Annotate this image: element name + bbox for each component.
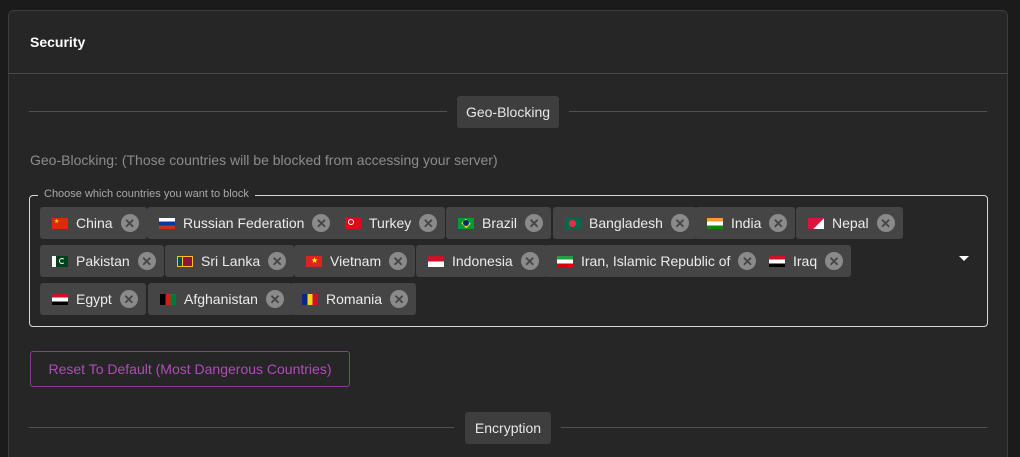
country-chip[interactable]: Afghanistan ✕ [148, 283, 292, 315]
caret-down-icon[interactable] [959, 256, 969, 261]
br-flag-icon [458, 217, 474, 229]
country-chip-label: Afghanistan [184, 291, 258, 307]
country-chip-label: Vietnam [330, 253, 382, 269]
cancel-circle-icon[interactable]: ✕ [525, 214, 544, 232]
country-chip-label: Nepal [832, 215, 869, 231]
country-chip-label: China [76, 215, 113, 231]
cancel-circle-icon[interactable]: ✕ [268, 252, 287, 270]
country-chip[interactable]: Sri Lanka ✕ [165, 245, 295, 277]
cancel-circle-icon[interactable]: ✕ [119, 290, 138, 308]
card-title: Security [30, 34, 86, 50]
country-select-label: Choose which countries you want to block [38, 188, 255, 200]
encryption-label: Encryption [465, 412, 551, 444]
cancel-circle-icon[interactable]: ✕ [312, 214, 331, 232]
cancel-circle-icon[interactable]: ✕ [738, 252, 757, 270]
cancel-circle-icon[interactable]: ✕ [825, 252, 844, 270]
cancel-circle-icon[interactable]: ✕ [520, 252, 539, 270]
divider-line-left [29, 427, 454, 428]
cancel-circle-icon[interactable]: ✕ [390, 290, 409, 308]
geo-blocking-description: Geo-Blocking: (Those countries will be b… [30, 152, 498, 168]
country-chip-label: Bangladesh [589, 215, 663, 231]
cancel-circle-icon[interactable]: ✕ [769, 214, 788, 232]
country-chip-label: Brazil [482, 215, 518, 231]
security-card: Security Geo-Blocking Geo-Blocking: (Tho… [8, 10, 1008, 457]
country-chip-label: Sri Lanka [201, 253, 261, 269]
ir-flag-icon [557, 255, 573, 267]
ro-flag-icon [302, 293, 318, 305]
country-chip[interactable]: Egypt ✕ [40, 283, 146, 315]
country-chip-label: Romania [326, 291, 383, 307]
cn-flag-icon: ★ [52, 217, 68, 229]
country-chip-label: Iran, Islamic Republic of [581, 253, 731, 269]
lk-flag-icon [177, 255, 193, 267]
cancel-circle-icon[interactable]: ✕ [265, 290, 284, 308]
country-chip-label: Indonesia [452, 253, 513, 269]
ru-flag-icon [159, 217, 175, 229]
divider-line-right [569, 111, 987, 112]
cancel-circle-icon[interactable]: ✕ [137, 252, 156, 270]
card-header: Security [9, 11, 1007, 74]
cancel-circle-icon[interactable]: ✕ [120, 214, 139, 232]
geo-blocking-label: Geo-Blocking [457, 96, 559, 128]
country-chip[interactable]: Bangladesh ✕ [553, 207, 697, 239]
cancel-circle-icon[interactable]: ✕ [389, 252, 408, 270]
country-chip-label: Pakistan [76, 253, 130, 269]
cancel-circle-icon[interactable]: ✕ [876, 214, 895, 232]
np-flag-icon [808, 217, 824, 229]
iq-flag-icon [769, 255, 785, 267]
af-flag-icon [160, 293, 176, 305]
in-flag-icon [707, 217, 723, 229]
reset-default-button[interactable]: Reset To Default (Most Dangerous Countri… [30, 351, 350, 387]
cancel-circle-icon[interactable]: ✕ [670, 214, 689, 232]
country-chip[interactable]: Pakistan ✕ [40, 245, 164, 277]
country-chip[interactable]: India ✕ [695, 207, 796, 239]
pk-flag-icon [52, 255, 68, 267]
country-chip[interactable]: Russian Federation ✕ [147, 207, 339, 239]
country-chip[interactable]: Iran, Islamic Republic of ✕ [545, 245, 765, 277]
country-chip-label: Turkey [369, 215, 412, 231]
tr-flag-icon [345, 217, 361, 229]
country-chip[interactable]: ★ China ✕ [40, 207, 147, 239]
cancel-circle-icon[interactable]: ✕ [419, 214, 438, 232]
eg-flag-icon [52, 293, 68, 305]
country-chip[interactable]: Brazil ✕ [446, 207, 552, 239]
geo-blocking-divider: Geo-Blocking [29, 96, 987, 128]
divider-line-left [29, 111, 447, 112]
encryption-divider: Encryption [29, 412, 987, 444]
vn-flag-icon: ★ [306, 255, 322, 267]
country-chip[interactable]: ★ Vietnam ✕ [294, 245, 416, 277]
country-chip[interactable]: Indonesia ✕ [416, 245, 547, 277]
country-chip-label: India [731, 215, 762, 231]
country-chip[interactable]: Nepal ✕ [796, 207, 903, 239]
country-chip-label: Russian Federation [183, 215, 305, 231]
country-select[interactable]: Choose which countries you want to block… [29, 188, 988, 327]
id-flag-icon [428, 255, 444, 267]
country-chip[interactable]: Romania ✕ [290, 283, 417, 315]
country-chip[interactable]: Iraq ✕ [757, 245, 852, 277]
divider-line-right [561, 427, 987, 428]
bd-flag-icon [565, 217, 581, 229]
country-chip[interactable]: Turkey ✕ [333, 207, 446, 239]
country-chip-label: Egypt [76, 291, 112, 307]
country-chip-label: Iraq [793, 253, 818, 269]
